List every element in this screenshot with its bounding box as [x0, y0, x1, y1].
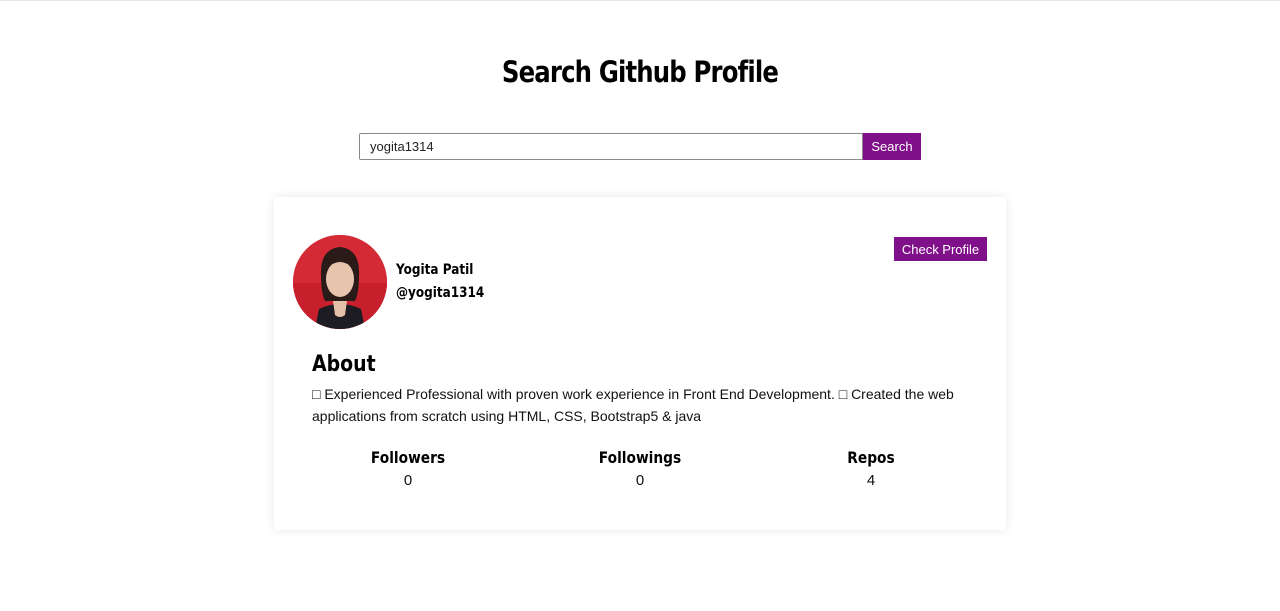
search-form: Search: [359, 133, 921, 160]
stat-label: Followings: [598, 448, 682, 467]
stat-value: 4: [866, 472, 876, 489]
profile-card: Yogita Patil @yogita1314 Check Profile A…: [274, 197, 1006, 530]
stat-label: Repos: [847, 448, 895, 467]
search-input[interactable]: [359, 133, 863, 160]
stat-followers: Followers 0: [328, 448, 488, 489]
user-login: @yogita1314: [396, 285, 485, 301]
avatar: [293, 235, 387, 329]
stat-followings: Followings 0: [560, 448, 720, 489]
stat-value: 0: [635, 472, 645, 489]
page-title: Search Github Profile: [501, 55, 779, 89]
avatar-photo: [293, 235, 387, 329]
user-name: Yogita Patil: [396, 262, 474, 278]
top-divider: [0, 0, 1280, 1]
search-button[interactable]: Search: [863, 133, 921, 160]
stat-repos: Repos 4: [791, 448, 951, 489]
stat-label: Followers: [370, 448, 446, 467]
about-heading: About: [312, 352, 376, 377]
stat-value: 0: [403, 472, 413, 489]
about-text: □ Experienced Professional with proven w…: [312, 386, 954, 424]
check-profile-button[interactable]: Check Profile: [894, 237, 987, 261]
